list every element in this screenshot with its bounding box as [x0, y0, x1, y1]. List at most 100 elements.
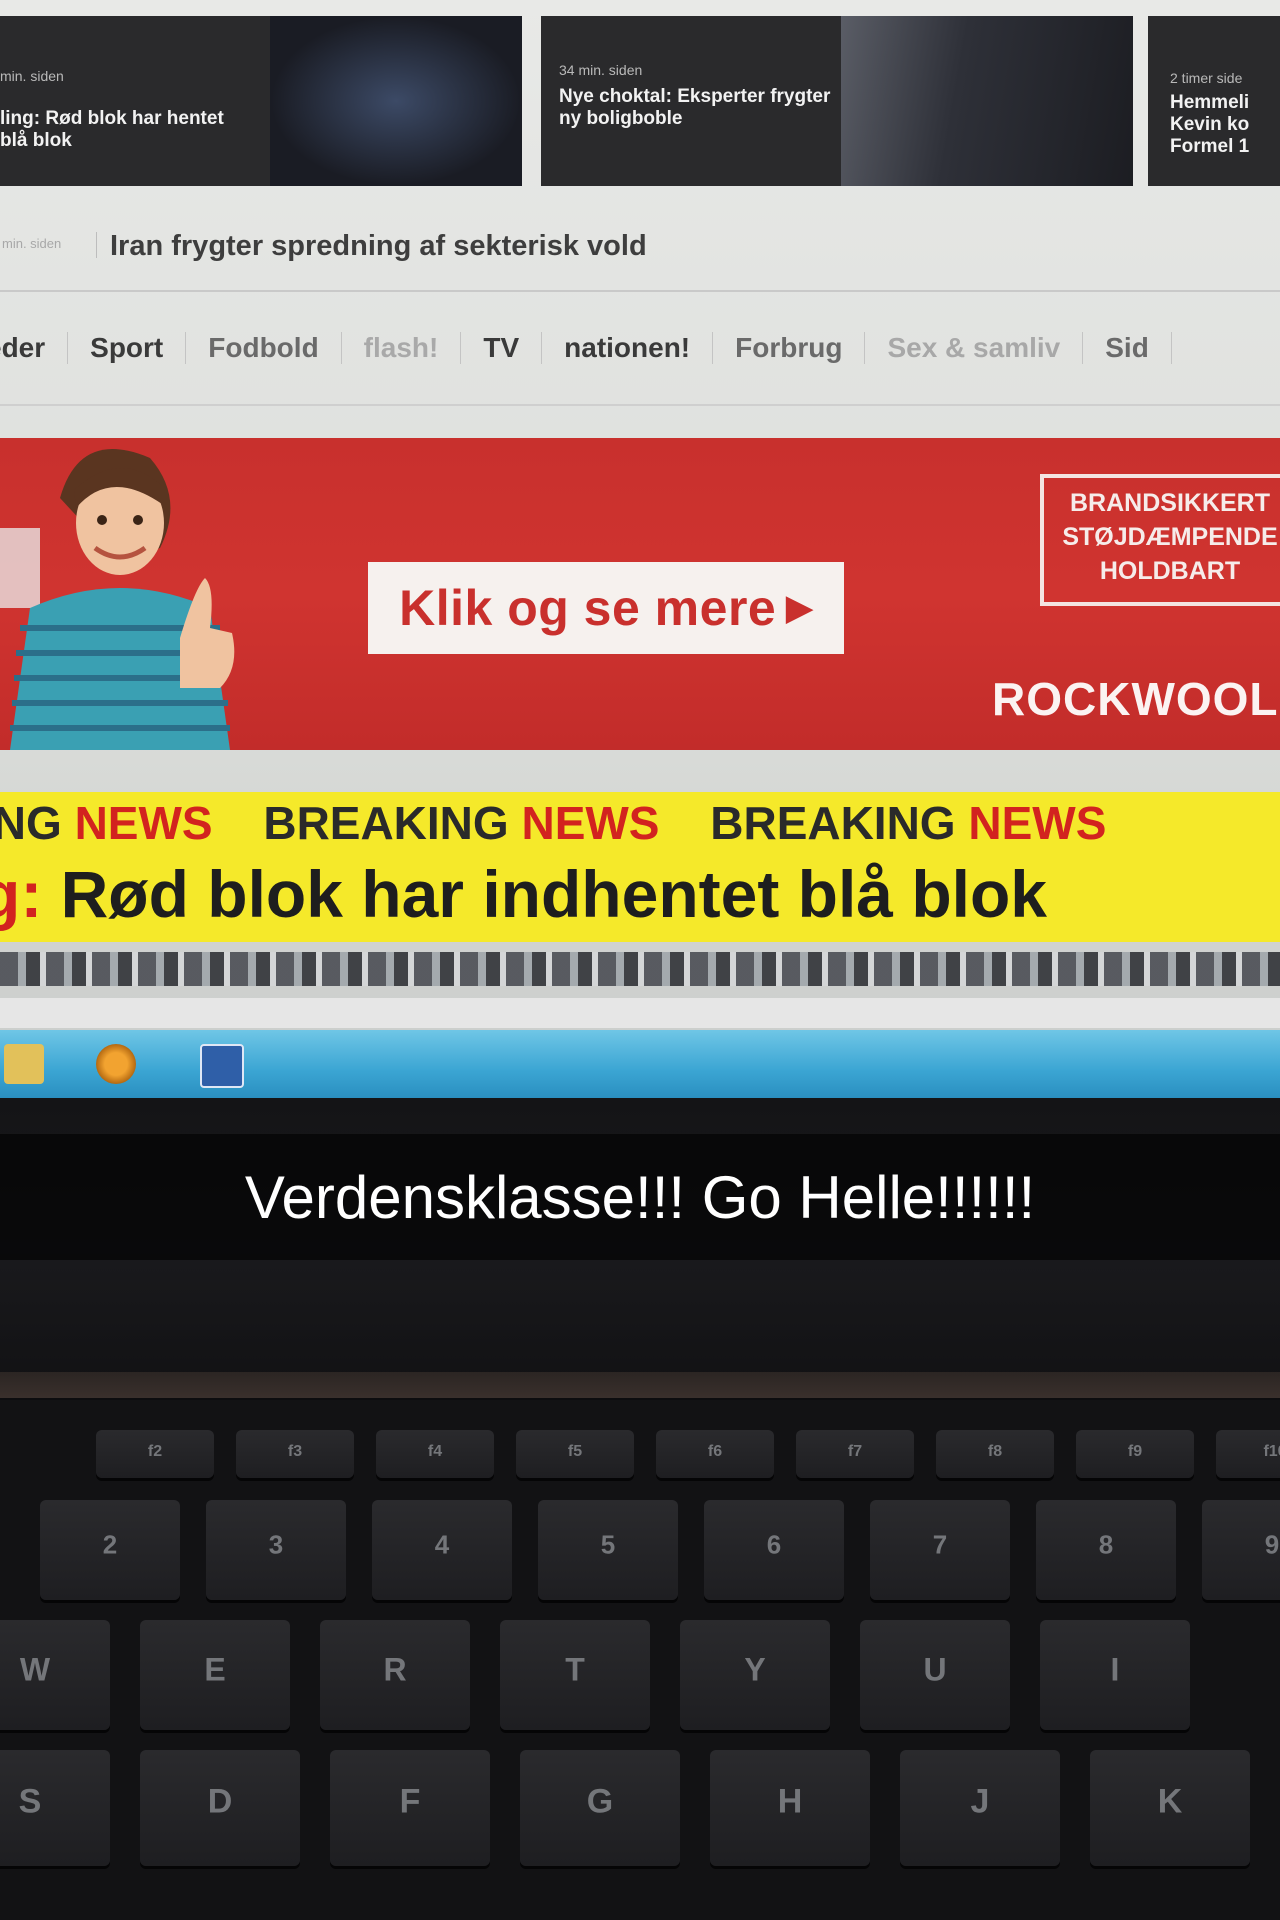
folder-icon[interactable]	[4, 1044, 44, 1084]
teaser-time: 34 min. siden	[559, 62, 643, 78]
key-label: 6	[766, 1529, 782, 1560]
rockwool-ad-banner[interactable]: Klik og se mere ▶ BRANDSIKKERT STØJDÆMPE…	[0, 438, 1280, 750]
breaking-headline[interactable]: g: Rød blok har indhentet blå blok	[0, 856, 1047, 932]
ticker-time: min. siden	[2, 236, 62, 251]
key-label: f9	[1127, 1442, 1143, 1460]
teaser-time: min. siden	[0, 68, 64, 84]
keyboard-key[interactable]: f5	[516, 1430, 634, 1478]
key-label: J	[970, 1782, 990, 1821]
keyboard-key[interactable]: f2	[96, 1430, 214, 1478]
teaser-title[interactable]: Nye choktal: Eksperter frygter ny boligb…	[559, 86, 839, 130]
key-label: F	[399, 1782, 421, 1821]
keyboard-key[interactable]: 8	[1036, 1500, 1176, 1600]
ticker-divider	[96, 232, 97, 258]
keyboard-key[interactable]: D	[140, 1750, 300, 1866]
key-label: f8	[987, 1442, 1003, 1460]
nav-item[interactable]: nationen!	[542, 332, 714, 364]
keyboard-key[interactable]: R	[320, 1620, 470, 1730]
key-label: R	[383, 1651, 407, 1687]
key-label: 7	[932, 1529, 948, 1560]
badge-line: STØJDÆMPENDE	[1062, 523, 1278, 551]
teaser-title[interactable]: ling: Rød blok har hentet blå blok	[0, 108, 240, 152]
key-label: E	[204, 1651, 226, 1687]
keyboard-key[interactable]: f4	[376, 1430, 494, 1478]
keyboard-key[interactable]: J	[900, 1750, 1060, 1866]
ad-feature-badge: BRANDSIKKERT STØJDÆMPENDE HOLDBART	[1040, 474, 1280, 606]
headline-text: Rød blok har indhentet blå blok	[60, 857, 1047, 931]
keyboard-key[interactable]: 6	[704, 1500, 844, 1600]
key-label: D	[207, 1782, 233, 1821]
word-icon[interactable]	[200, 1044, 244, 1088]
nav-divider	[0, 404, 1280, 406]
keyboard-key[interactable]: f9	[1076, 1430, 1194, 1478]
ad-cta-label: Klik og se mere	[399, 580, 777, 636]
breaking-news-banner[interactable]: ING NEWS BREAKING NEWS BREAKING NEWS g: …	[0, 792, 1280, 942]
news-teaser[interactable]: min. siden ling: Rød blok har hentet blå…	[0, 16, 522, 186]
play-arrow-icon: ▶	[786, 589, 813, 627]
nav-item[interactable]: eder	[0, 332, 69, 364]
keyboard-key[interactable]: 7	[870, 1500, 1010, 1600]
keyboard-key[interactable]: Y	[680, 1620, 830, 1730]
news-teaser[interactable]: 2 timer side Hemmeli Kevin ko Formel 1	[1148, 16, 1280, 186]
laptop-hinge	[0, 1372, 1280, 1398]
ticker-headline[interactable]: Iran frygter spredning af sekterisk vold	[110, 230, 647, 263]
teaser-title[interactable]: Hemmeli Kevin ko Formel 1	[1170, 92, 1280, 158]
teaser-time: 2 timer side	[1170, 70, 1243, 86]
keyboard-key[interactable]: f7	[796, 1430, 914, 1478]
breaking-news-strip: ING NEWS BREAKING NEWS BREAKING NEWS	[0, 792, 1144, 854]
keyboard-key[interactable]: f10	[1216, 1430, 1280, 1478]
strip-word: ING	[0, 797, 62, 849]
key-label: G	[586, 1782, 614, 1821]
keyboard-key[interactable]: 3	[206, 1500, 346, 1600]
nav-item[interactable]: flash!	[342, 332, 462, 364]
key-label: 3	[268, 1529, 284, 1560]
keyboard-key[interactable]: H	[710, 1750, 870, 1866]
nav-item[interactable]: Sid	[1083, 332, 1172, 364]
badge-line: BRANDSIKKERT	[1070, 489, 1270, 517]
nav-item[interactable]: Sport	[68, 332, 187, 364]
photo-thumbnail-strip	[0, 952, 1280, 986]
key-label: I	[1110, 1651, 1120, 1687]
keyboard-key[interactable]: F	[330, 1750, 490, 1866]
key-label: 5	[600, 1529, 616, 1560]
keyboard-key[interactable]: G	[520, 1750, 680, 1866]
keyboard-key[interactable]: f8	[936, 1430, 1054, 1478]
nav-item[interactable]: Sex & samliv	[865, 332, 1084, 364]
keyboard-key[interactable]: I	[1040, 1620, 1190, 1730]
nav-item[interactable]: Forbrug	[713, 332, 866, 364]
key-label: W	[19, 1651, 51, 1687]
browser-status-bar	[0, 998, 1280, 1028]
key-label: f6	[707, 1442, 723, 1460]
strip-word: BREAKING	[710, 797, 956, 849]
keyboard-key[interactable]: 2	[40, 1500, 180, 1600]
key-label: 8	[1098, 1529, 1114, 1560]
laptop-screen: min. siden ling: Rød blok har hentet blå…	[0, 0, 1280, 1098]
keyboard-key[interactable]: W	[0, 1620, 110, 1730]
key-label: f5	[567, 1442, 583, 1460]
keyboard-key[interactable]: f6	[656, 1430, 774, 1478]
news-ticker: min. siden Iran frygter spredning af sek…	[0, 222, 1280, 266]
key-label: Y	[744, 1651, 766, 1687]
keyboard-key[interactable]: K	[1090, 1750, 1250, 1866]
key-label: 9	[1264, 1529, 1280, 1560]
nav-item[interactable]: TV	[461, 332, 543, 364]
key-label: 2	[102, 1529, 118, 1560]
news-teaser[interactable]: 34 min. siden Nye choktal: Eksperter fry…	[541, 16, 1133, 186]
ad-cta-button[interactable]: Klik og se mere ▶	[368, 562, 844, 654]
nav-item[interactable]: Fodbold	[186, 332, 342, 364]
keyboard-key[interactable]: f3	[236, 1430, 354, 1478]
keyboard-key[interactable]: 9	[1202, 1500, 1280, 1600]
photo-scene: min. siden ling: Rød blok har hentet blå…	[0, 0, 1280, 1920]
keyboard-key[interactable]: S	[0, 1750, 110, 1866]
keyboard-key[interactable]: 4	[372, 1500, 512, 1600]
headline-prefix: g:	[0, 857, 43, 931]
media-player-icon[interactable]	[96, 1044, 136, 1084]
key-label: T	[565, 1651, 585, 1687]
keyboard-key[interactable]: E	[140, 1620, 290, 1730]
strip-word: NEWS	[968, 797, 1107, 849]
keyboard-key[interactable]: U	[860, 1620, 1010, 1730]
keyboard-key[interactable]: 5	[538, 1500, 678, 1600]
keyboard-key[interactable]: T	[500, 1620, 650, 1730]
key-label: U	[923, 1651, 947, 1687]
ad-brand-logo: ROCKWOOL	[992, 673, 1279, 725]
